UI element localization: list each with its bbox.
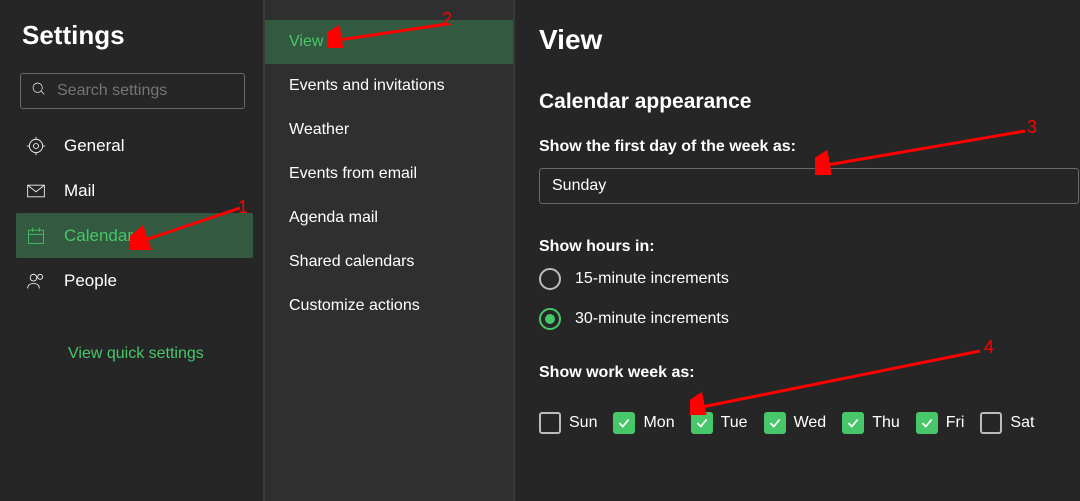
checkbox-icon: [916, 412, 938, 434]
sidebar-item-mail[interactable]: Mail: [16, 168, 253, 213]
day-sun[interactable]: Sun: [539, 412, 597, 434]
day-mon[interactable]: Mon: [613, 412, 674, 434]
first-day-value: Sunday: [552, 177, 606, 195]
checkbox-icon: [842, 412, 864, 434]
radio-label: 30-minute increments: [575, 310, 729, 328]
detail-heading: View: [539, 24, 1080, 56]
radio-label: 15-minute increments: [575, 270, 729, 288]
checkbox-icon: [980, 412, 1002, 434]
sidebar-item-general[interactable]: General: [16, 123, 253, 168]
sidebar-item-label: People: [64, 271, 117, 291]
subnav-item-events-from-email[interactable]: Events from email: [265, 152, 513, 196]
subnav-item-view[interactable]: View: [265, 20, 513, 64]
subnav-item-weather[interactable]: Weather: [265, 108, 513, 152]
sidebar-item-label: General: [64, 136, 124, 156]
day-wed[interactable]: Wed: [764, 412, 827, 434]
search-input[interactable]: [57, 82, 264, 100]
sidebar-item-label: Mail: [64, 181, 95, 201]
hours-30-option[interactable]: 30-minute increments: [539, 308, 1080, 330]
checkbox-icon: [539, 412, 561, 434]
subnav-item-agenda-mail[interactable]: Agenda mail: [265, 196, 513, 240]
subnav-item-customize-actions[interactable]: Customize actions: [265, 284, 513, 328]
view-quick-settings-link[interactable]: View quick settings: [16, 345, 253, 363]
radio-icon: [539, 268, 561, 290]
subnav-item-shared-calendars[interactable]: Shared calendars: [265, 240, 513, 284]
search-settings-field[interactable]: [20, 73, 245, 109]
hours-15-option[interactable]: 15-minute increments: [539, 268, 1080, 290]
checkbox-icon: [764, 412, 786, 434]
day-tue[interactable]: Tue: [691, 412, 748, 434]
work-week-label: Show work week as:: [539, 364, 1080, 382]
subnav-item-events-invitations[interactable]: Events and invitations: [265, 64, 513, 108]
show-hours-label: Show hours in:: [539, 238, 1080, 256]
day-thu[interactable]: Thu: [842, 412, 900, 434]
settings-sidebar: Settings General Mail Calendar People Vi…: [0, 0, 265, 501]
checkbox-icon: [691, 412, 713, 434]
first-day-select[interactable]: Sunday: [539, 168, 1079, 204]
settings-detail-pane: View Calendar appearance Show the first …: [515, 0, 1080, 501]
sidebar-item-people[interactable]: People: [16, 258, 253, 303]
work-week-days: Sun Mon Tue Wed Thu Fri Sat: [539, 412, 1080, 434]
day-fri[interactable]: Fri: [916, 412, 965, 434]
day-sat[interactable]: Sat: [980, 412, 1034, 434]
first-day-label: Show the first day of the week as:: [539, 138, 1080, 156]
sidebar-item-label: Calendar: [64, 226, 133, 246]
search-icon: [31, 81, 57, 102]
checkbox-icon: [613, 412, 635, 434]
section-calendar-appearance: Calendar appearance: [539, 90, 1080, 114]
settings-title: Settings: [22, 20, 253, 51]
radio-icon: [539, 308, 561, 330]
settings-subnav: View Events and invitations Weather Even…: [265, 0, 515, 501]
sidebar-item-calendar[interactable]: Calendar: [16, 213, 253, 258]
